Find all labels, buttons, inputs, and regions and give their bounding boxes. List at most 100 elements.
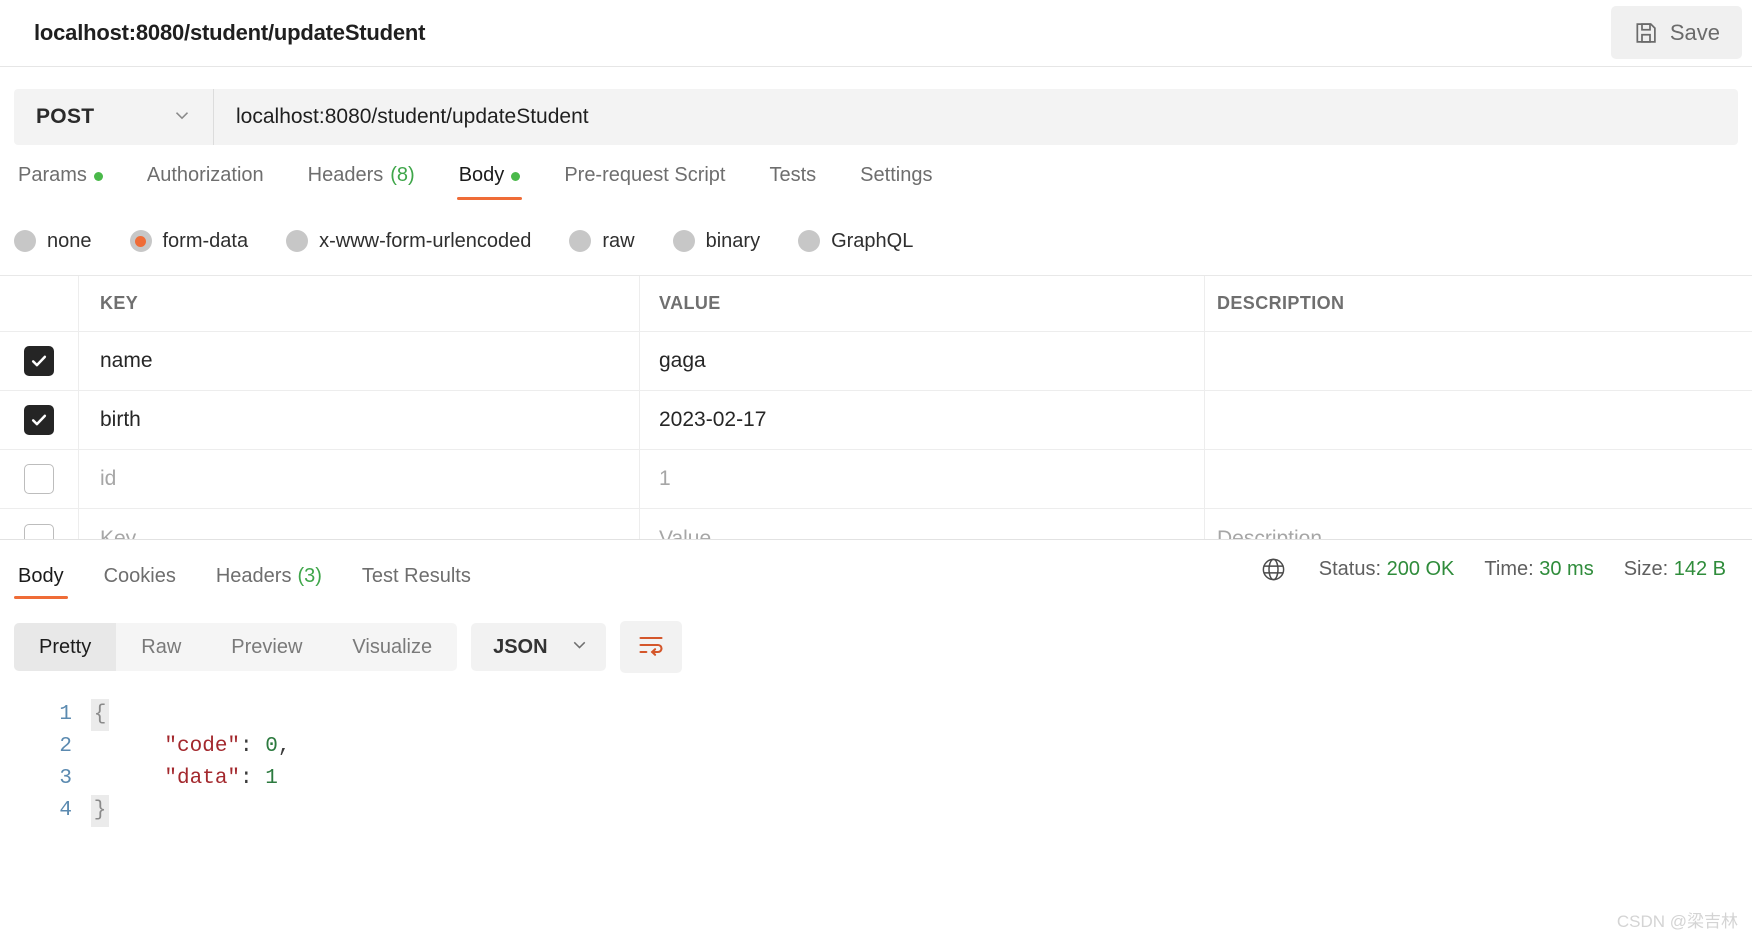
line-number: 1 [59,703,72,726]
http-method-label: POST [36,105,95,128]
line-number: 4 [59,799,72,822]
tab-headers-label: Headers [307,164,384,186]
body-mode-binary[interactable]: binary [672,229,761,253]
postman-request-window: localhost:8080/student/updateStudent Sav… [0,0,1752,944]
status-group: Status: 200 OK [1319,558,1455,581]
new-row-checkbox[interactable] [24,523,54,539]
radio-raw-icon [569,230,592,252]
size-value: 142 B [1673,558,1726,580]
response-tab-test-results[interactable]: Test Results [342,540,491,599]
response-tab-body-label: Body [18,565,64,587]
body-mode-graphql-label: GraphQL [831,229,914,252]
body-mode-x-www-form-urlencoded[interactable]: x-www-form-urlencoded [286,230,531,253]
time-label: Time: [1484,558,1534,580]
tab-params[interactable]: Params [14,164,125,200]
response-tab-bar: Body Cookies Headers (3) Test Results [0,540,491,599]
code-lines: "code": 0, "data": 1 [114,699,1752,827]
new-row-description-placeholder[interactable]: Description [1217,527,1322,540]
body-mode-raw-label: raw [602,229,635,252]
chevron-down-icon [569,634,590,660]
body-mode-graphql[interactable]: GraphQL [798,230,913,253]
response-view-segment: Pretty Raw Preview Visualize [14,623,458,671]
radio-form-data-icon [129,230,152,252]
size-group: Size: 142 B [1624,558,1726,581]
radio-binary-icon [672,230,695,252]
new-row-key-placeholder[interactable]: Key [100,527,136,540]
table-row: birth 2023-02-17 [0,391,1752,450]
http-method-selector[interactable]: POST [14,89,214,145]
tab-settings[interactable]: Settings [838,164,954,200]
body-modified-dot-icon [511,172,521,181]
body-mode-x-www-form-urlencoded-label: x-www-form-urlencoded [319,229,532,252]
tab-params-label: Params [18,164,87,186]
body-mode-form-data-label: form-data [162,229,249,252]
response-format-selector[interactable]: JSON [471,623,607,671]
wrap-text-icon [637,631,665,664]
tab-body-label: Body [458,164,505,186]
code-line-3: "data": 1 [164,767,278,790]
response-tab-body[interactable]: Body [14,540,84,599]
body-mode-raw[interactable]: raw [569,229,635,253]
body-mode-binary-label: binary [705,229,761,252]
body-mode-form-data[interactable]: form-data [129,229,249,253]
body-mode-none[interactable]: none [14,230,92,253]
row-key-input[interactable]: id [100,467,116,491]
row-enabled-checkbox[interactable] [24,464,54,494]
header-cell-checkbox [0,276,79,331]
tab-authorization-label: Authorization [146,164,264,186]
tab-pre-request-script-label: Pre-request Script [564,164,726,186]
header-cell-description: DESCRIPTION [1217,293,1345,313]
radio-graphql-icon [798,230,821,252]
row-enabled-checkbox[interactable] [24,346,54,376]
line-number: 2 [59,735,72,758]
row-value-input[interactable]: 1 [659,467,671,491]
response-format-label: JSON [493,635,548,658]
response-tab-headers[interactable]: Headers (3) [196,540,342,599]
view-mode-preview[interactable]: Preview [206,623,327,671]
time-value: 30 ms [1539,558,1594,580]
new-row-value-placeholder[interactable]: Value [659,527,711,540]
response-bar: Body Cookies Headers (3) Test Results St… [0,539,1752,599]
code-fold-column[interactable]: { } [86,699,114,827]
save-button[interactable]: Save [1610,6,1742,59]
response-body-viewer[interactable]: 1 2 3 4 { } "code": 0, "data": 1 [0,699,1752,827]
url-input[interactable]: localhost:8080/student/updateStudent [214,89,1738,145]
response-tab-headers-count: (3) [297,565,322,587]
line-number-gutter: 1 2 3 4 [0,699,86,827]
response-meta: Status: 200 OK Time: 30 ms Size: 142 B [1260,540,1726,599]
tab-body[interactable]: Body [437,164,543,200]
floppy-disk-save-icon [1633,20,1659,46]
tab-authorization[interactable]: Authorization [125,164,286,200]
form-data-table: KEY VALUE DESCRIPTION name gaga birth 20… [0,275,1752,539]
view-mode-visualize[interactable]: Visualize [327,623,457,671]
table-new-row: Key Value Description [0,509,1752,539]
view-mode-raw[interactable]: Raw [116,623,206,671]
header-cell-key: KEY [100,293,139,313]
wrap-lines-button[interactable] [620,621,683,673]
row-key-input[interactable]: birth [100,408,141,432]
fold-brace-close: } [91,795,109,827]
time-group: Time: 30 ms [1484,558,1593,581]
top-bar: localhost:8080/student/updateStudent Sav… [0,0,1752,67]
row-value-input[interactable]: 2023-02-17 [659,408,766,432]
response-tab-cookies[interactable]: Cookies [84,540,196,599]
row-enabled-checkbox[interactable] [24,405,54,435]
size-label: Size: [1623,558,1669,580]
view-mode-pretty[interactable]: Pretty [14,623,117,671]
line-number: 3 [59,767,72,790]
response-tab-cookies-label: Cookies [103,565,176,587]
tab-tests[interactable]: Tests [747,164,838,200]
response-tab-test-results-label: Test Results [361,565,471,587]
tab-headers[interactable]: Headers (8) [286,164,437,200]
body-mode-none-label: none [47,229,92,252]
new-row-clipped: Key Value Description [0,509,1752,539]
row-key-input[interactable]: name [100,349,153,373]
tab-pre-request-script[interactable]: Pre-request Script [542,164,747,200]
globe-icon[interactable] [1260,556,1287,583]
url-bar: POST localhost:8080/student/updateStuden… [14,89,1738,145]
table-row: name gaga [0,332,1752,391]
tab-settings-label: Settings [860,164,933,186]
table-header-row: KEY VALUE DESCRIPTION [0,276,1752,332]
row-value-input[interactable]: gaga [659,349,706,373]
